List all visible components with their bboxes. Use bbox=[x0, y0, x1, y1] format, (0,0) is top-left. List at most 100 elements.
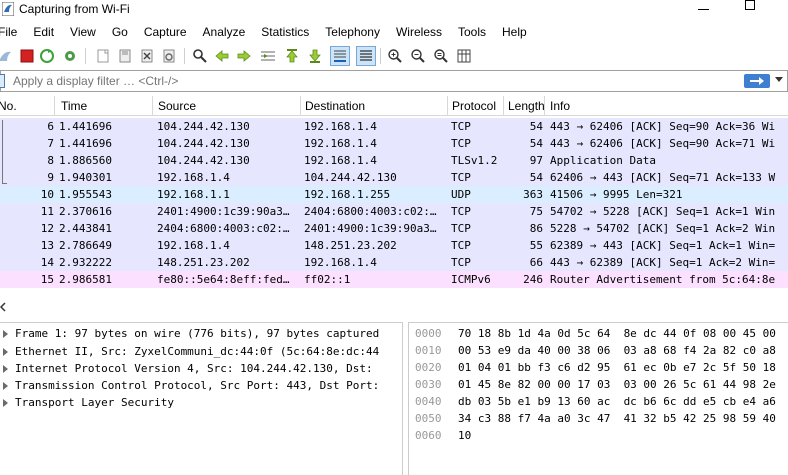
menu-analyze[interactable]: Analyze bbox=[203, 22, 246, 42]
packet-row[interactable]: 14 2.932222 148.251.23.202 192.168.1.4 TCP 44… bbox=[0, 254, 788, 271]
find-icon[interactable] bbox=[191, 47, 209, 65]
zoom-out-icon[interactable] bbox=[409, 47, 427, 65]
detail-row-tcp[interactable]: Transmission Control Protocol, Src Port:… bbox=[0, 377, 402, 394]
menu-edit[interactable]: Edit bbox=[33, 22, 54, 42]
column-source[interactable]: Source bbox=[158, 99, 196, 113]
menu-telephony[interactable]: Telephony bbox=[325, 22, 380, 42]
save-icon[interactable] bbox=[116, 47, 134, 65]
shark-fin-icon[interactable] bbox=[0, 47, 14, 65]
packet-row[interactable]: 7 1.441696 104.244.42.130 192.168.1.4 TCP 443… bbox=[0, 135, 788, 152]
column-destination[interactable]: Destination bbox=[305, 99, 365, 113]
column-protocol[interactable]: Protocol bbox=[452, 99, 496, 113]
bytes-hex[interactable]: 01 45 8e 82 00 00 17 03 03 00 26 5c 61 4… bbox=[458, 378, 776, 391]
bytes-hex[interactable]: 00 53 e9 da 40 00 38 06 03 a8 68 f4 2a 8… bbox=[458, 344, 776, 357]
menu-statistics[interactable]: Statistics bbox=[261, 22, 309, 42]
menu-wireless[interactable]: Wireless bbox=[396, 22, 442, 42]
column-length[interactable]: Length bbox=[508, 99, 545, 113]
first-packet-icon[interactable] bbox=[283, 47, 301, 65]
packet-src: 192.168.1.4 bbox=[157, 239, 230, 252]
restart-icon[interactable] bbox=[38, 47, 56, 65]
expand-arrow-icon[interactable] bbox=[3, 399, 8, 407]
packet-time: 1.955543 bbox=[59, 188, 112, 201]
minimize-button[interactable] bbox=[698, 9, 709, 10]
packet-number: 13 bbox=[40, 239, 54, 252]
packet-row[interactable]: 8 1.886560 104.244.42.130 192.168.1.4 TLSv1.… bbox=[0, 152, 788, 169]
menu-file[interactable]: File bbox=[0, 22, 17, 42]
detail-row-tls[interactable]: Transport Layer Security bbox=[0, 394, 402, 411]
packet-src: 104.244.42.130 bbox=[157, 120, 250, 133]
menu-view[interactable]: View bbox=[70, 22, 96, 42]
last-packet-icon[interactable] bbox=[306, 47, 324, 65]
bytes-row: 0010 00 53 e9 da 40 00 38 06 03 a8 68 f4 … bbox=[409, 342, 788, 359]
expand-arrow-icon[interactable] bbox=[3, 382, 8, 390]
colorize-icon[interactable] bbox=[356, 46, 376, 66]
column-separator[interactable] bbox=[54, 96, 55, 116]
packet-dst: 192.168.1.4 bbox=[304, 120, 377, 133]
packet-row[interactable]: 10 1.955543 192.168.1.1 192.168.1.255 UDP 415… bbox=[0, 186, 788, 203]
detail-row-ipv4[interactable]: Internet Protocol Version 4, Src: 104.24… bbox=[0, 360, 402, 377]
column-separator[interactable] bbox=[447, 96, 448, 116]
reload-icon[interactable] bbox=[160, 47, 178, 65]
options-icon[interactable] bbox=[61, 47, 79, 65]
bytes-hex[interactable]: 34 c3 88 f7 4a a0 3c 47 41 32 b5 42 25 9… bbox=[458, 412, 776, 425]
packet-row[interactable]: 9 1.940301 192.168.1.4 104.244.42.130 TCP 624… bbox=[0, 169, 788, 186]
packet-src: 2401:4900:1c39:90a3… bbox=[157, 205, 290, 218]
normal-size-icon[interactable] bbox=[432, 47, 450, 65]
back-icon[interactable] bbox=[213, 47, 231, 65]
packet-length: 97 bbox=[529, 154, 543, 167]
column-separator[interactable] bbox=[152, 96, 153, 116]
forward-icon[interactable] bbox=[235, 47, 253, 65]
resize-columns-icon[interactable] bbox=[455, 47, 473, 65]
column-separator[interactable] bbox=[503, 96, 504, 116]
scroll-left-icon[interactable] bbox=[0, 302, 6, 312]
packet-row[interactable]: 12 2.443841 2404:6800:4003:c02:… 2401:4900:… bbox=[0, 220, 788, 237]
menu-go[interactable]: Go bbox=[112, 22, 128, 42]
packet-time: 2.370616 bbox=[59, 205, 112, 218]
pane-splitter[interactable] bbox=[0, 292, 788, 322]
menu-capture[interactable]: Capture bbox=[144, 22, 187, 42]
column-no[interactable]: No. bbox=[0, 99, 17, 113]
packet-src: 148.251.23.202 bbox=[157, 256, 250, 269]
packet-src: 192.168.1.4 bbox=[157, 171, 230, 184]
column-info[interactable]: Info bbox=[550, 99, 570, 113]
open-icon[interactable] bbox=[94, 47, 112, 65]
expand-arrow-icon[interactable] bbox=[3, 365, 8, 373]
autoscroll-icon[interactable] bbox=[330, 46, 350, 66]
detail-row-ethernet[interactable]: Ethernet II, Src: ZyxelCommuni_dc:44:0f … bbox=[0, 343, 402, 360]
column-time[interactable]: Time bbox=[61, 99, 87, 113]
stop-icon[interactable] bbox=[18, 47, 36, 65]
detail-row-frame[interactable]: Frame 1: 97 bytes on wire (776 bits), 97… bbox=[0, 325, 402, 342]
packet-src: 192.168.1.1 bbox=[157, 188, 230, 201]
close-file-icon[interactable] bbox=[138, 47, 156, 65]
apply-filter-button[interactable] bbox=[744, 74, 770, 88]
zoom-in-icon[interactable] bbox=[386, 47, 404, 65]
packet-row[interactable]: 13 2.786649 192.168.1.4 148.251.23.202 TCP 62… bbox=[0, 237, 788, 254]
goto-packet-icon[interactable] bbox=[259, 47, 277, 65]
packet-row[interactable]: 11 2.370616 2401:4900:1c39:90a3… 2404:6800:… bbox=[0, 203, 788, 220]
column-separator[interactable] bbox=[300, 96, 301, 116]
bytes-hex[interactable]: 01 04 01 bb f3 c6 d2 95 61 ec 0b e7 2c 5… bbox=[458, 361, 776, 374]
packet-dst: 2404:6800:4003:c02:… bbox=[304, 205, 437, 218]
packet-time: 1.886560 bbox=[59, 154, 112, 167]
bytes-hex[interactable]: db 03 5b e1 b9 13 60 ac dc b6 6c dd e5 c… bbox=[458, 395, 776, 408]
column-separator[interactable] bbox=[544, 96, 545, 116]
filter-dropdown-button[interactable] bbox=[775, 77, 783, 82]
packet-time: 2.986581 bbox=[59, 273, 112, 286]
packet-dst: 192.168.1.255 bbox=[304, 188, 391, 201]
bytes-hex[interactable]: 70 18 8b 1d 4a 0d 5c 64 8e dc 44 0f 08 0… bbox=[458, 327, 776, 340]
packet-row[interactable]: 6 1.441696 104.244.42.130 192.168.1.4 TCP 443… bbox=[0, 118, 788, 135]
bytes-hex[interactable]: 10 bbox=[458, 429, 471, 442]
menu-help[interactable]: Help bbox=[502, 22, 527, 42]
expand-arrow-icon[interactable] bbox=[3, 348, 8, 356]
bookmark-icon[interactable] bbox=[0, 74, 5, 88]
display-filter-input[interactable] bbox=[13, 73, 733, 89]
bytes-row: 0030 01 45 8e 82 00 00 17 03 03 00 26 5c … bbox=[409, 376, 788, 393]
expand-arrow-icon[interactable] bbox=[3, 330, 8, 338]
packet-info: 5228 → 54702 [ACK] Seq=1 Ack=2 Win bbox=[550, 222, 776, 235]
maximize-button[interactable] bbox=[745, 0, 755, 10]
packet-list: No. Time Source Destination Protocol Len… bbox=[0, 96, 788, 290]
packet-row[interactable]: 15 2.986581 fe80::5e64:8eff:fed… ff02::1 ICM… bbox=[0, 271, 788, 288]
packet-time: 2.443841 bbox=[59, 222, 112, 235]
menu-tools[interactable]: Tools bbox=[458, 22, 486, 42]
packet-length: 75 bbox=[529, 205, 543, 218]
